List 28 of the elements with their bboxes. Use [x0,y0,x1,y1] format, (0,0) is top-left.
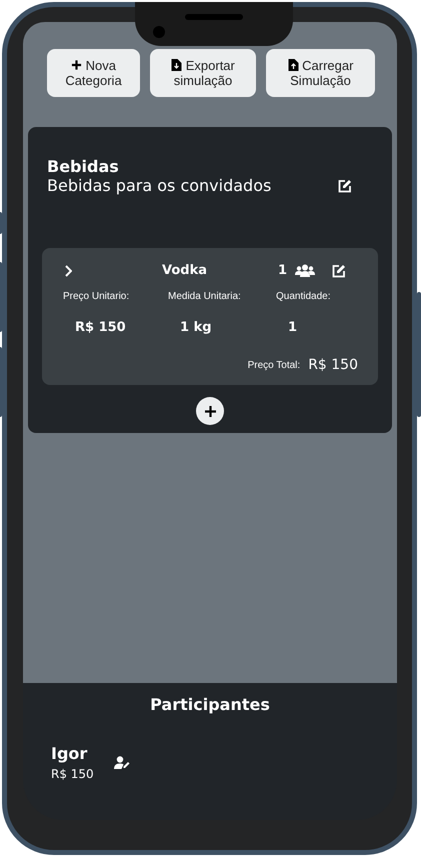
field-label: Preço Unitario: [63,291,130,302]
user-edit-icon[interactable] [114,756,130,769]
edit-icon[interactable] [338,178,352,192]
plus-icon [71,59,82,71]
participants-title: Participantes [149,695,271,714]
total-value: R$ 150 [308,357,358,373]
participant-count: 1 [278,263,287,278]
item-name: Vodka [162,263,208,278]
category-description: Bebidas para os convidados [47,176,272,195]
chevron-right-icon[interactable] [64,264,72,276]
add-item-button[interactable] [196,397,224,425]
toolbar-button[interactable]: Carregar Simulação [266,49,375,97]
field-label: Quantidade: [276,291,330,302]
file-upload-icon [288,59,299,71]
field-label: Medida Unitaria: [168,291,241,302]
toolbar-button[interactable]: Exportar simulação [150,49,256,97]
users-icon [295,264,315,277]
field-value: 1 [287,320,298,335]
plus-icon [204,406,216,416]
participant-amount: R$ 150 [51,767,94,781]
category-title: Bebidas [46,157,120,176]
participant-name: Igor [51,744,88,763]
edit-icon[interactable] [332,264,346,278]
file-download-icon [171,59,182,71]
field-value: 1 kg [179,320,212,335]
total-label: Preço Total: [248,360,300,370]
field-value: R$ 150 [74,320,126,335]
toolbar-button[interactable]: Nova Categoria [47,49,140,97]
